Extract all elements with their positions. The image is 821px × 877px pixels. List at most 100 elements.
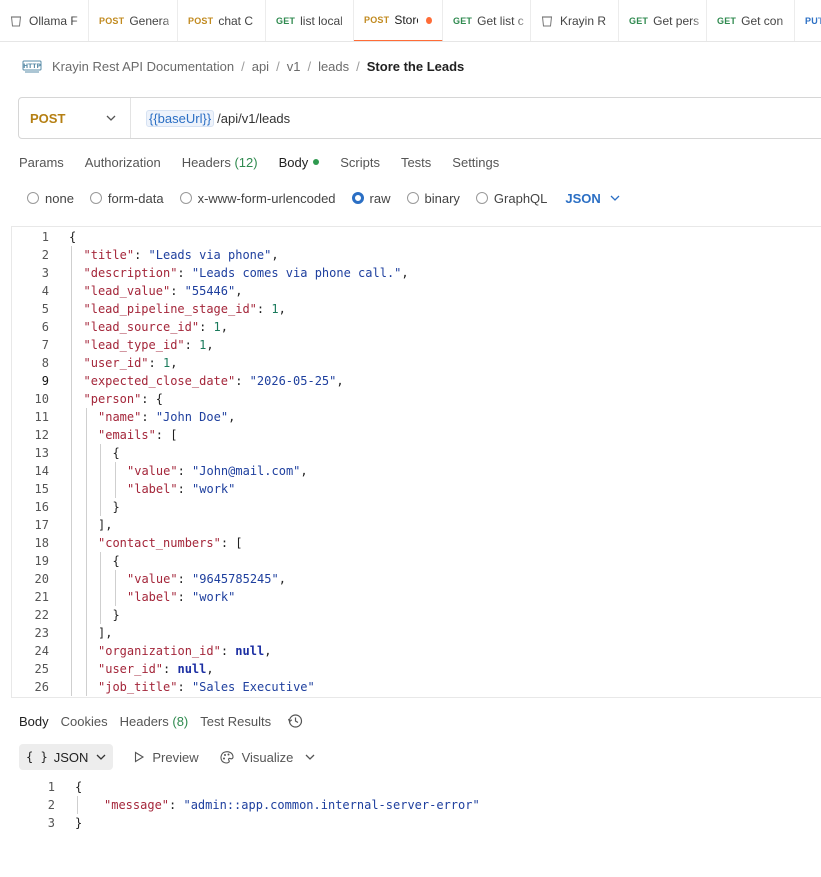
code-token: , bbox=[278, 302, 286, 316]
tab-authorization[interactable]: Authorization bbox=[85, 155, 161, 170]
line-number: 3 bbox=[47, 816, 55, 830]
tab-body[interactable]: Body bbox=[279, 155, 320, 170]
radio-circle-selected[interactable] bbox=[351, 192, 364, 204]
response-format-label: JSON bbox=[53, 749, 89, 765]
code-token: : bbox=[177, 482, 193, 496]
code-token: : bbox=[199, 320, 214, 334]
request-tab[interactable]: GET Get con bbox=[707, 0, 795, 41]
code-line: 14 "value": "John@mail.com", bbox=[12, 462, 821, 480]
breadcrumb-separator: / bbox=[276, 58, 280, 74]
radio-circle[interactable] bbox=[27, 192, 39, 204]
code-text: ], bbox=[98, 516, 112, 534]
preview-button[interactable]: Preview bbox=[133, 749, 199, 765]
code-text: "message": "admin::app.common.internal-s… bbox=[104, 796, 480, 814]
response-format-dropdown[interactable]: { } JSON bbox=[19, 744, 114, 770]
request-tab[interactable]: PUT bbox=[795, 0, 821, 41]
line-number: 8 bbox=[41, 356, 49, 370]
url-variable-baseurl[interactable]: {{baseUrl}} bbox=[146, 109, 215, 127]
radio-circle[interactable] bbox=[179, 192, 192, 204]
line-number: 5 bbox=[41, 302, 49, 316]
radio-label: GraphQL bbox=[493, 190, 548, 206]
preview-label: Preview bbox=[152, 749, 199, 765]
line-number: 10 bbox=[34, 392, 49, 406]
radio-circle[interactable] bbox=[89, 192, 102, 204]
code-text: { bbox=[75, 778, 82, 796]
radio-urlencoded[interactable]: x-www-form-urlencoded bbox=[179, 191, 336, 206]
radio-circle[interactable] bbox=[406, 192, 419, 204]
code-text: { bbox=[113, 444, 120, 462]
tab-settings[interactable]: Settings bbox=[452, 155, 499, 170]
code-token: ], bbox=[98, 518, 113, 532]
breadcrumb-folder-api[interactable]: api bbox=[252, 59, 269, 74]
code-text: "user_id": 1, bbox=[84, 354, 178, 372]
indent-guide bbox=[114, 462, 116, 498]
request-body-editor[interactable]: 1{2 "title": "Leads via phone", 3 "descript… bbox=[11, 226, 821, 698]
breadcrumb-collection[interactable]: Krayin Rest API Documentation bbox=[52, 59, 234, 74]
request-tab[interactable]: POST chat C bbox=[178, 0, 266, 41]
code-text: ], bbox=[98, 624, 112, 642]
code-line: 16} bbox=[12, 498, 821, 516]
radio-form-data[interactable]: form-data bbox=[89, 190, 164, 206]
line-number: 14 bbox=[34, 464, 49, 478]
tab-title: list local bbox=[300, 14, 343, 28]
request-tab[interactable]: POST Genera bbox=[89, 0, 178, 41]
code-token: null bbox=[177, 662, 207, 676]
radio-circle[interactable] bbox=[475, 192, 488, 204]
url-input[interactable]: {{baseUrl}} /api/v1/leads bbox=[131, 109, 290, 127]
chevron-down-icon bbox=[96, 754, 106, 760]
radio-raw[interactable]: raw bbox=[351, 191, 391, 206]
code-line: 15 "label": "work" bbox=[12, 480, 821, 498]
request-tab[interactable]: GET list local bbox=[266, 0, 354, 41]
response-tab-body[interactable]: Body bbox=[19, 714, 49, 729]
response-tab-cookies[interactable]: Cookies bbox=[61, 714, 108, 729]
tab-params[interactable]: Params bbox=[19, 155, 64, 170]
code-text: "title": "Leads via phone", bbox=[84, 246, 279, 264]
tab-tests[interactable]: Tests bbox=[401, 155, 431, 170]
code-line: 23], bbox=[12, 624, 821, 642]
tab-scripts[interactable]: Scripts bbox=[340, 155, 380, 170]
visualize-button[interactable]: Visualize bbox=[219, 749, 293, 765]
code-line: 6 "lead_source_id": 1, bbox=[12, 318, 821, 336]
body-indicator-dot bbox=[313, 159, 320, 166]
code-text: "lead_source_id": 1, bbox=[84, 318, 229, 336]
breadcrumb-folder-v1[interactable]: v1 bbox=[287, 59, 301, 74]
code-text: "job_title": "Sales Executive" bbox=[98, 678, 315, 696]
radio-binary[interactable]: binary bbox=[406, 191, 460, 206]
request-tab[interactable]: GET Get pers bbox=[619, 0, 707, 41]
code-line: 11 "name": "John Doe", bbox=[12, 408, 821, 426]
line-number: 6 bbox=[41, 320, 49, 334]
code-token: } bbox=[75, 816, 83, 830]
tab-method-badge: POST bbox=[364, 15, 390, 25]
response-tab-test-results[interactable]: Test Results bbox=[200, 714, 271, 729]
request-tab[interactable]: Ollama F bbox=[0, 0, 89, 41]
radio-graphql[interactable]: GraphQL bbox=[475, 190, 548, 206]
request-tab[interactable]: POST Store bbox=[354, 0, 443, 41]
code-token: , bbox=[206, 338, 214, 352]
history-icon[interactable] bbox=[287, 713, 303, 729]
radio-none[interactable]: none bbox=[27, 191, 74, 206]
chevron-down-icon[interactable] bbox=[305, 752, 315, 762]
request-tab[interactable]: GET Get list c bbox=[443, 0, 531, 41]
request-title[interactable]: Store the Leads bbox=[367, 59, 465, 74]
raw-format-dropdown[interactable]: JSON bbox=[565, 191, 620, 206]
code-token: : bbox=[169, 798, 184, 812]
response-body-viewer[interactable]: 1{2 "message": "admin::app.common.interna… bbox=[0, 778, 821, 877]
code-text: "lead_type_id": 1, bbox=[84, 336, 214, 354]
code-token: : [ bbox=[155, 428, 178, 442]
body-type-selector: none form-data x-www-form-urlencoded raw… bbox=[27, 189, 620, 207]
tab-method-badge: POST bbox=[188, 16, 214, 26]
breadcrumb-folder-leads[interactable]: leads bbox=[318, 59, 349, 74]
code-line: 1{ bbox=[12, 228, 821, 246]
response-tab-headers[interactable]: Headers (8) bbox=[120, 714, 189, 729]
radio-label: form-data bbox=[107, 190, 164, 206]
code-token: "value" bbox=[127, 464, 178, 478]
method-dropdown[interactable]: POST bbox=[19, 98, 131, 138]
code-token: ], bbox=[98, 626, 113, 640]
breadcrumb: HTTP Krayin Rest API Documentation / api… bbox=[22, 57, 464, 75]
tab-headers[interactable]: Headers (12) bbox=[182, 155, 258, 170]
chevron-down-icon bbox=[106, 115, 116, 121]
code-token: { bbox=[112, 554, 120, 568]
line-number: 12 bbox=[34, 428, 49, 442]
request-tab[interactable]: Krayin R bbox=[531, 0, 619, 41]
chevron-down-icon bbox=[610, 195, 620, 201]
